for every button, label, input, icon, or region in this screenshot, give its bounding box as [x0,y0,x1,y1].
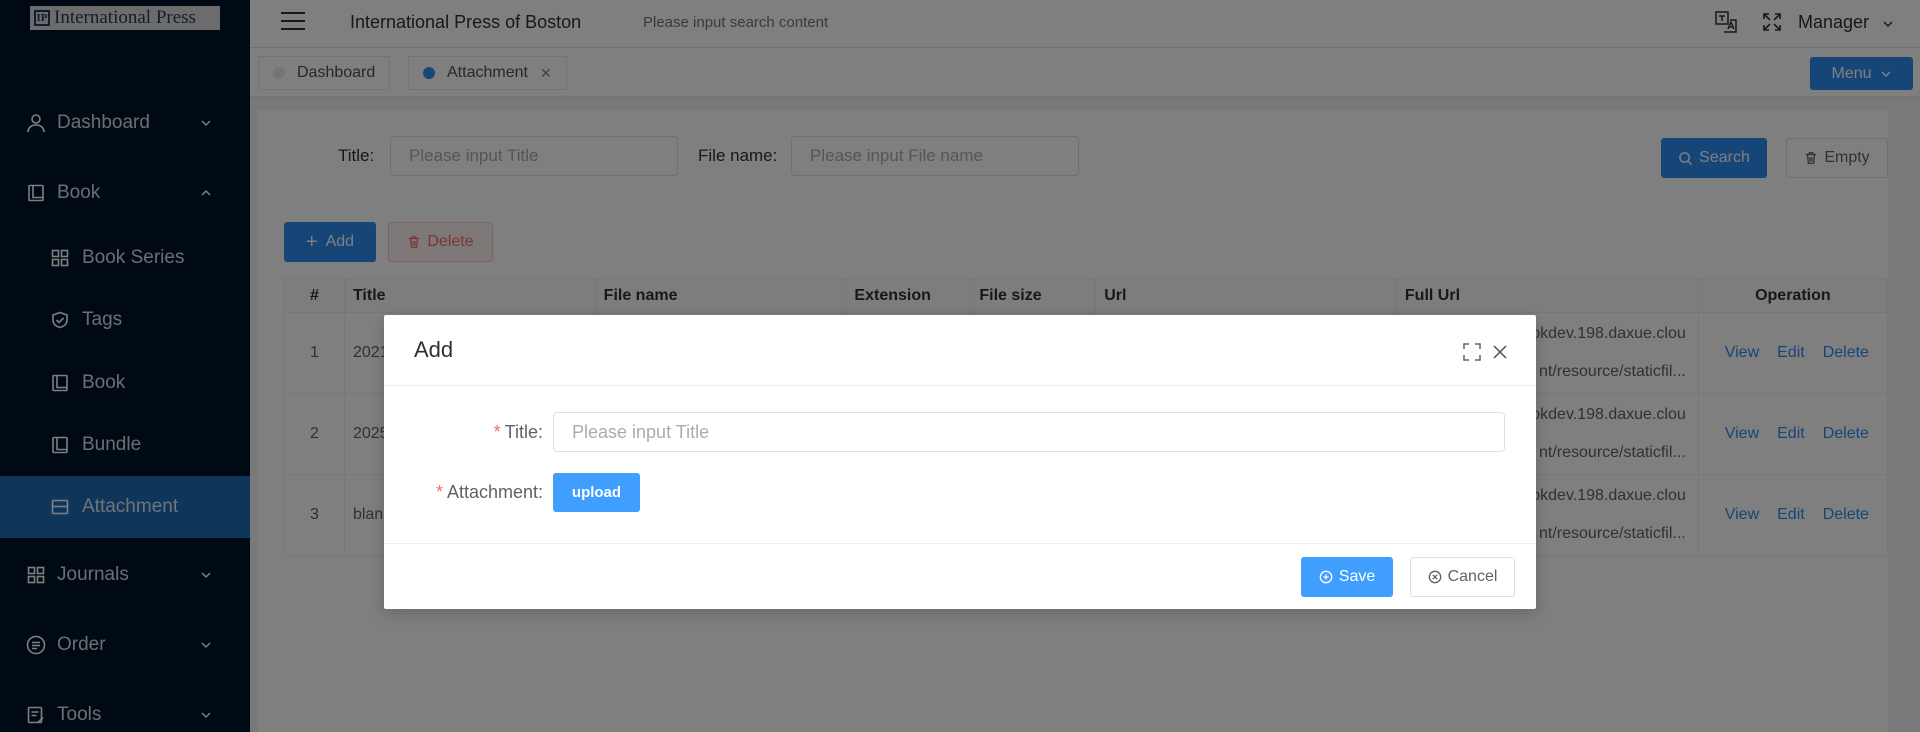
divider [384,385,1536,386]
save-button-label: Save [1338,568,1376,585]
attachment-label: * Attachment: [431,482,543,503]
save-button[interactable]: Save [1301,557,1393,597]
cancel-button[interactable]: Cancel [1410,557,1515,597]
plus-circle-icon [1319,570,1333,584]
maximize-icon[interactable] [1463,343,1481,361]
attachment-label-text: Attachment: [446,482,543,502]
title-label: * Title: [487,422,543,443]
required-mark: * [493,422,501,442]
cancel-button-label: Cancel [1447,568,1498,585]
title-label-text: Title: [504,422,543,442]
dialog-title: Add [414,337,454,362]
close-icon[interactable] [1492,344,1508,360]
upload-button[interactable]: upload [553,473,640,512]
add-dialog: Add * Title: Please input Title * Attachme… [384,315,1536,609]
title-input[interactable]: Please input Title [553,412,1505,452]
close-circle-icon [1428,570,1441,584]
required-mark: * [435,482,443,502]
divider [384,543,1536,544]
